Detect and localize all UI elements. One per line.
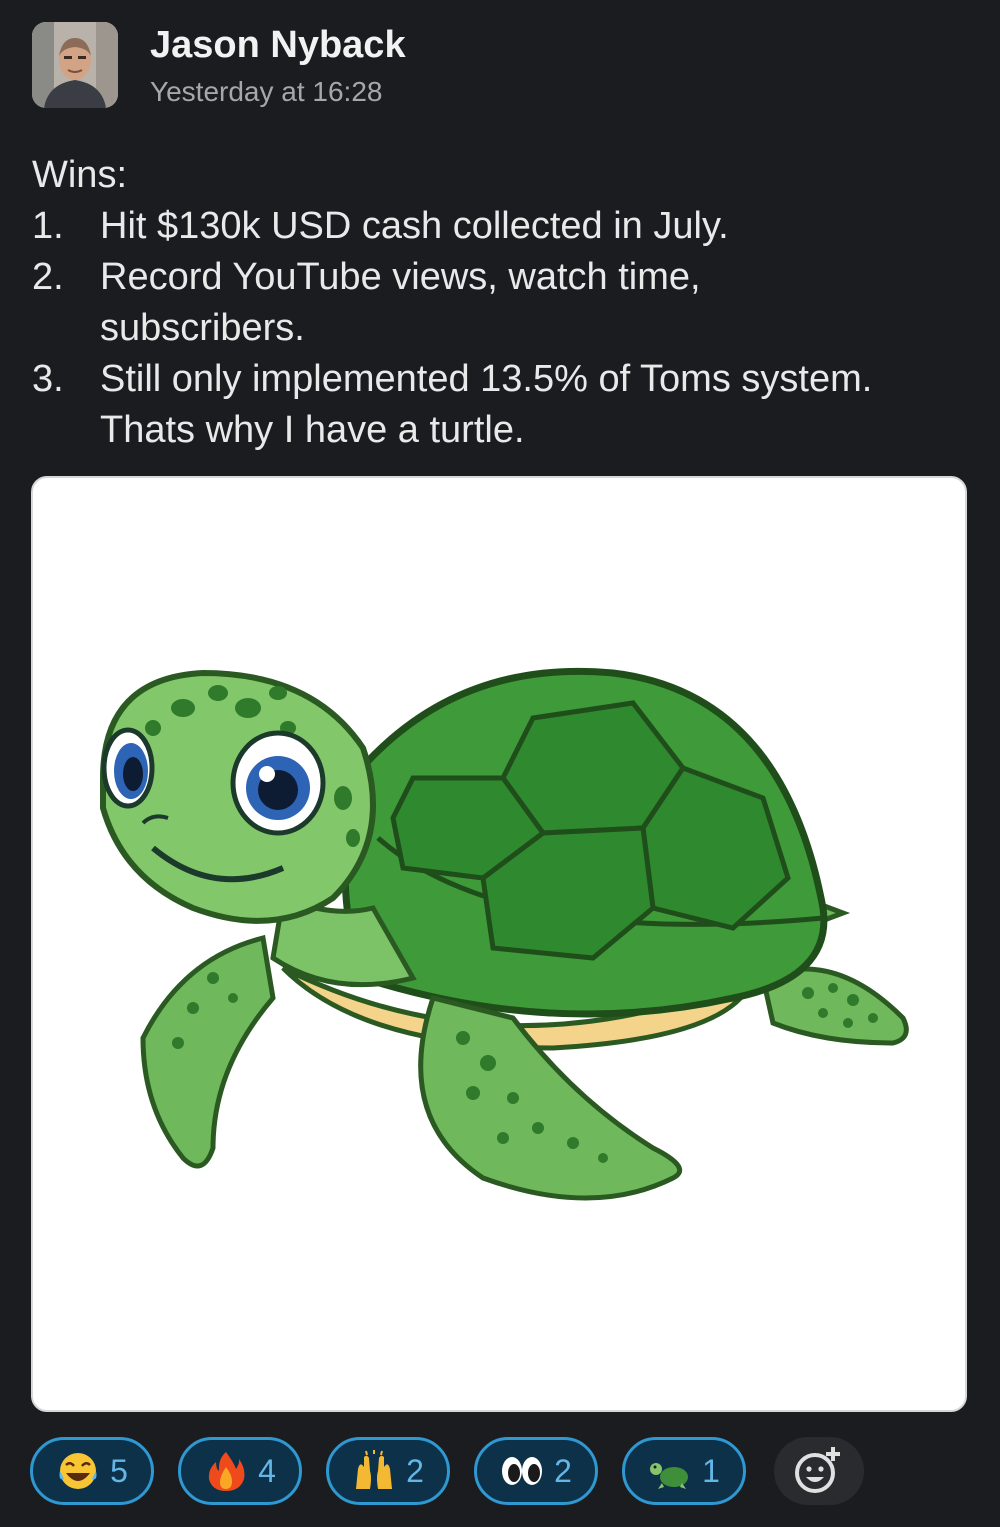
list-item: 3. Still only implemented 13.5% of Toms … [32, 354, 972, 456]
message-heading: Wins: [32, 154, 127, 196]
reaction-turtle[interactable]: 1 [622, 1437, 746, 1505]
list-item-number: 1. [32, 205, 64, 247]
list-item-number: 2. [32, 256, 64, 298]
list-item-text: Hit $130k USD cash collected in July. [100, 205, 729, 247]
wins-list: 1. Hit $130k USD cash collected in July.… [32, 201, 972, 456]
reaction-raised-hands[interactable]: 2 [326, 1437, 450, 1505]
list-item-text: subscribers. [100, 307, 305, 349]
author-name[interactable]: Jason Nyback [150, 24, 406, 67]
eyes-icon [502, 1457, 543, 1485]
raised-hands-icon [356, 1450, 393, 1489]
reaction-count: 2 [406, 1452, 424, 1489]
image-attachment[interactable] [31, 476, 967, 1412]
turtle-icon [650, 1463, 689, 1489]
reaction-fire[interactable]: 4 [178, 1437, 302, 1505]
list-item-text: Record YouTube views, watch time, [100, 256, 701, 298]
list-item-text: Still only implemented 13.5% of Toms sys… [100, 358, 873, 400]
reaction-count: 2 [554, 1452, 572, 1489]
reaction-eyes[interactable]: 2 [474, 1437, 598, 1505]
avatar[interactable] [32, 22, 118, 108]
add-reaction-icon [795, 1447, 840, 1493]
turtle-illustration-icon [100, 667, 909, 1201]
message-body: Wins: 1. Hit $130k USD cash collected in… [32, 150, 972, 456]
reactions-bar: 5 4 2 2 1 [30, 1437, 970, 1509]
add-reaction-button[interactable] [774, 1437, 864, 1505]
fire-icon [208, 1452, 245, 1491]
reaction-count: 4 [258, 1452, 276, 1489]
message-header: Jason Nyback Yesterday at 16:28 [32, 22, 972, 112]
message-timestamp[interactable]: Yesterday at 16:28 [150, 76, 382, 108]
list-item-number: 3. [32, 358, 64, 400]
list-item-text: Thats why I have a turtle. [100, 409, 525, 451]
laughing-tears-icon [59, 1453, 97, 1489]
reaction-count: 5 [110, 1452, 128, 1489]
reaction-count: 1 [702, 1452, 720, 1489]
reaction-laughing-tears[interactable]: 5 [30, 1437, 154, 1505]
list-item: 1. Hit $130k USD cash collected in July. [32, 201, 972, 252]
list-item: 2. Record YouTube views, watch time, sub… [32, 252, 972, 354]
profile-photo-icon [32, 22, 118, 108]
